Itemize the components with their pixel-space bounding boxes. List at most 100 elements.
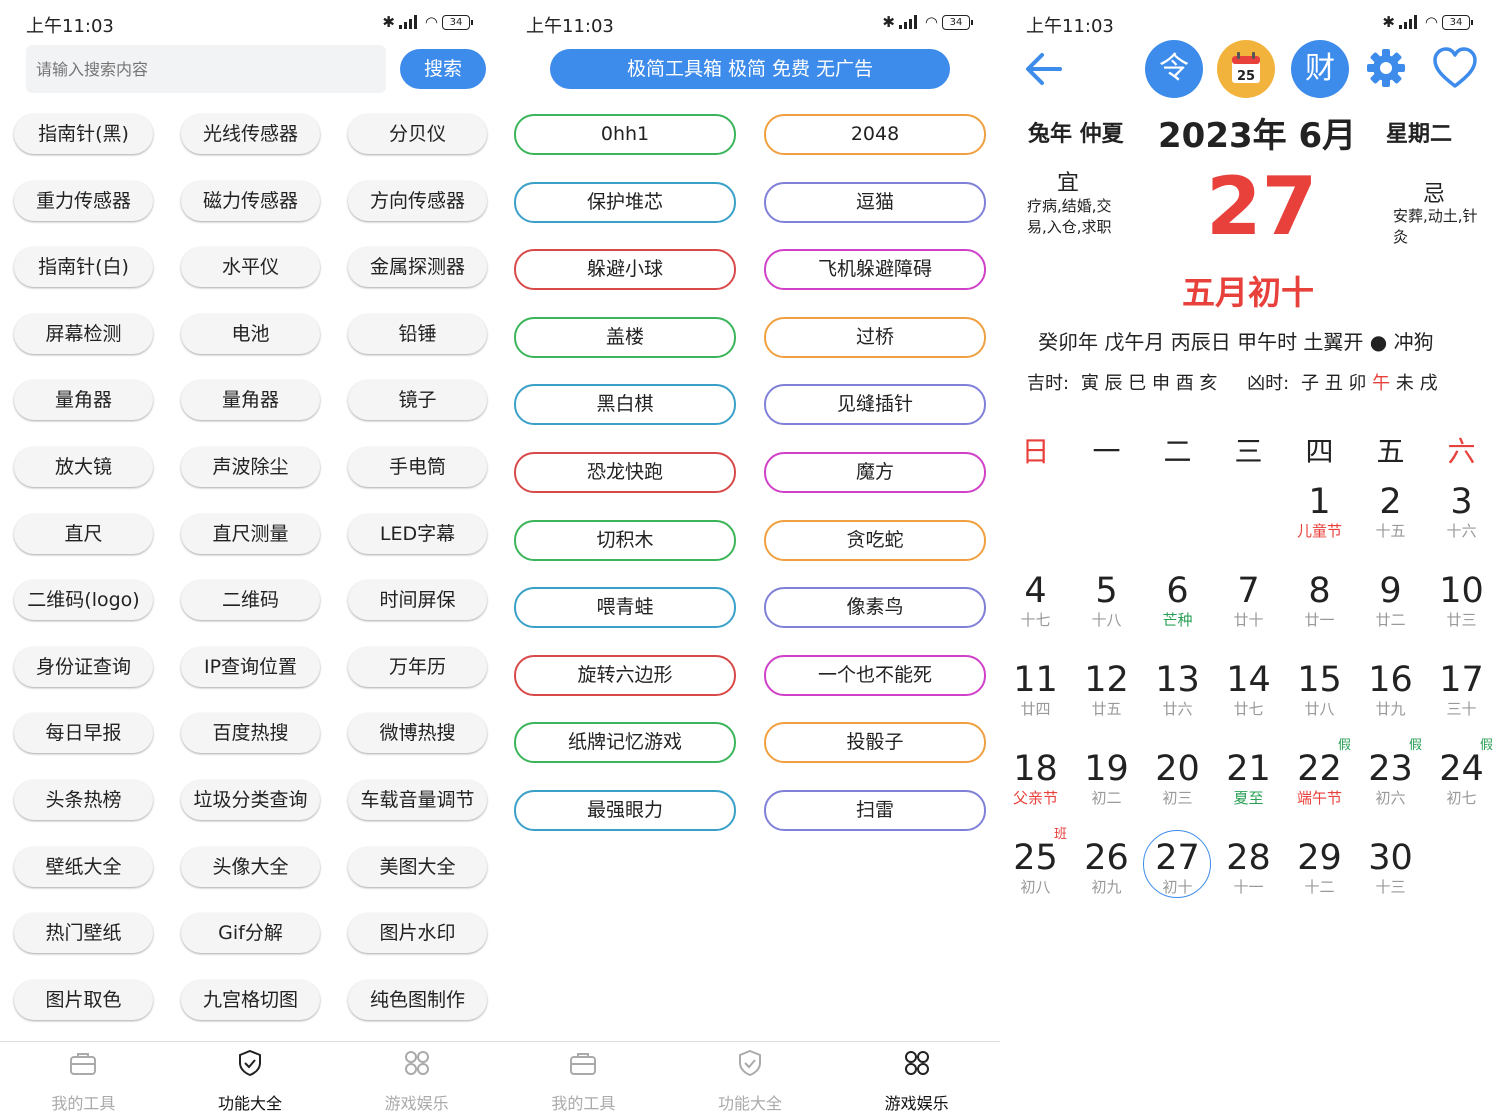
tool-button[interactable]: IP查询位置 bbox=[181, 646, 320, 687]
tool-button[interactable]: 万年历 bbox=[348, 646, 487, 687]
tool-button[interactable]: 放大镜 bbox=[14, 446, 153, 487]
game-button[interactable]: 保护堆芯 bbox=[514, 181, 736, 223]
tab-games[interactable]: 游戏娱乐 bbox=[833, 1042, 1000, 1111]
calendar-day[interactable]: 10 廿三 bbox=[1426, 571, 1497, 660]
tool-button[interactable]: 分贝仪 bbox=[348, 114, 487, 154]
game-button[interactable]: 逗猫 bbox=[764, 181, 986, 223]
game-button[interactable]: 投骰子 bbox=[764, 722, 986, 764]
tab-my-tools[interactable]: 我的工具 bbox=[500, 1042, 667, 1111]
calendar-day[interactable]: 14 廿七 bbox=[1213, 660, 1284, 749]
calendar-day[interactable]: 29 十二 bbox=[1284, 838, 1355, 927]
tool-button[interactable]: 热门壁纸 bbox=[14, 913, 153, 954]
tool-button[interactable]: 重力传感器 bbox=[14, 180, 153, 221]
tool-button[interactable]: 直尺 bbox=[14, 513, 153, 554]
game-button[interactable]: 像素鸟 bbox=[764, 587, 986, 629]
back-arrow-icon[interactable] bbox=[1024, 48, 1064, 90]
calendar-day[interactable]: 3 十六 bbox=[1426, 482, 1497, 571]
calendar-day[interactable]: 7 廿十 bbox=[1213, 571, 1284, 660]
tool-button[interactable]: 美图大全 bbox=[348, 846, 487, 887]
tool-button[interactable]: 手电筒 bbox=[348, 446, 487, 487]
game-button[interactable]: 躲避小球 bbox=[514, 249, 736, 291]
calendar-day[interactable]: 21 夏至 bbox=[1213, 749, 1284, 838]
game-button[interactable]: 魔方 bbox=[764, 451, 986, 493]
game-button[interactable]: 过桥 bbox=[764, 316, 986, 358]
calendar-day[interactable]: 30 十三 bbox=[1355, 838, 1426, 927]
game-button[interactable]: 见缝插针 bbox=[764, 384, 986, 426]
tool-button[interactable]: 二维码(logo) bbox=[14, 580, 153, 621]
tool-button[interactable]: Gif分解 bbox=[181, 913, 320, 954]
tool-button[interactable]: 方向传感器 bbox=[348, 180, 487, 221]
tool-button[interactable]: 身份证查询 bbox=[14, 646, 153, 687]
calendar-day[interactable]: 4 十七 bbox=[1000, 571, 1071, 660]
tool-button[interactable]: 磁力传感器 bbox=[181, 180, 320, 221]
gear-icon[interactable] bbox=[1364, 46, 1408, 90]
tool-button[interactable]: 镜子 bbox=[348, 380, 487, 421]
game-button[interactable]: 2048 bbox=[764, 114, 986, 155]
tool-button[interactable]: 金属探测器 bbox=[348, 247, 487, 288]
tool-button[interactable]: 时间屏保 bbox=[348, 580, 487, 621]
calendar-day[interactable]: 26 初九 bbox=[1071, 838, 1142, 927]
tab-all-functions[interactable]: 功能大全 bbox=[167, 1042, 334, 1111]
tool-button[interactable]: 量角器 bbox=[14, 380, 153, 421]
tool-button[interactable]: 声波除尘 bbox=[181, 446, 320, 487]
game-button[interactable]: 贪吃蛇 bbox=[764, 519, 986, 561]
tool-button[interactable]: 车载音量调节 bbox=[348, 779, 487, 820]
tool-button[interactable]: 头条热榜 bbox=[14, 779, 153, 820]
tool-button[interactable]: 水平仪 bbox=[181, 247, 320, 288]
year-month[interactable]: 2023年 6月 bbox=[1158, 108, 1356, 157]
calendar-day[interactable]: 2 十五 bbox=[1355, 482, 1426, 571]
calendar-day[interactable]: 6 芒种 bbox=[1142, 571, 1213, 660]
tool-button[interactable]: 九宫格切图 bbox=[181, 979, 320, 1020]
game-button[interactable]: 扫雷 bbox=[764, 789, 986, 831]
calendar-day[interactable]: 11 廿四 bbox=[1000, 660, 1071, 749]
search-button[interactable]: 搜索 bbox=[400, 49, 486, 89]
heart-icon[interactable] bbox=[1432, 46, 1478, 90]
calendar-day[interactable]: 5 十八 bbox=[1071, 571, 1142, 660]
game-button[interactable]: 恐龙快跑 bbox=[514, 451, 736, 493]
cai-button[interactable]: 财 bbox=[1291, 40, 1349, 98]
calendar-day[interactable]: 1 儿童节 bbox=[1284, 482, 1355, 571]
game-button[interactable]: 喂青蛙 bbox=[514, 587, 736, 629]
search-input[interactable] bbox=[26, 45, 386, 93]
calendar-day[interactable]: 25 初八 班 bbox=[1000, 827, 1071, 927]
tab-games[interactable]: 游戏娱乐 bbox=[333, 1042, 500, 1111]
tool-button[interactable]: 百度热搜 bbox=[181, 713, 320, 754]
calendar-day[interactable]: 13 廿六 bbox=[1142, 660, 1213, 749]
calendar-day[interactable]: 20 初三 bbox=[1142, 749, 1213, 838]
calendar-day[interactable]: 22 端午节 假 bbox=[1284, 738, 1355, 838]
calendar-day[interactable]: 19 初二 bbox=[1071, 749, 1142, 838]
tool-button[interactable]: 电池 bbox=[181, 313, 320, 354]
tool-button[interactable]: 指南针(黑) bbox=[14, 114, 153, 154]
calendar-day[interactable]: 23 初六 假 bbox=[1355, 738, 1426, 838]
game-button[interactable]: 盖楼 bbox=[514, 316, 736, 358]
tab-all-functions[interactable]: 功能大全 bbox=[667, 1042, 834, 1111]
calendar-day[interactable]: 12 廿五 bbox=[1071, 660, 1142, 749]
tool-button[interactable]: 微博热搜 bbox=[348, 713, 487, 754]
calendar-day[interactable]: 8 廿一 bbox=[1284, 571, 1355, 660]
tool-button[interactable]: 纯色图制作 bbox=[348, 979, 487, 1020]
tool-button[interactable]: 量角器 bbox=[181, 380, 320, 421]
calendar-day[interactable]: 28 十一 bbox=[1213, 838, 1284, 927]
ling-button[interactable]: 令 bbox=[1145, 40, 1203, 98]
tool-button[interactable]: 铅锤 bbox=[348, 313, 487, 354]
game-button[interactable]: 飞机躲避障碍 bbox=[764, 249, 986, 291]
tool-button[interactable]: LED字幕 bbox=[348, 513, 487, 554]
tool-button[interactable]: 壁纸大全 bbox=[14, 846, 153, 887]
game-button[interactable]: 最强眼力 bbox=[514, 789, 736, 831]
tool-button[interactable]: 光线传感器 bbox=[181, 114, 320, 154]
calendar-button[interactable]: 25 bbox=[1217, 40, 1275, 98]
game-button[interactable]: 一个也不能死 bbox=[764, 654, 986, 696]
game-button[interactable]: 黑白棋 bbox=[514, 384, 736, 426]
tool-button[interactable]: 每日早报 bbox=[14, 713, 153, 754]
tool-button[interactable]: 图片水印 bbox=[348, 913, 487, 954]
tool-button[interactable]: 屏幕检测 bbox=[14, 313, 153, 354]
game-button[interactable]: 旋转六边形 bbox=[514, 654, 736, 696]
calendar-day[interactable]: 9 廿二 bbox=[1355, 571, 1426, 660]
tool-button[interactable]: 垃圾分类查询 bbox=[181, 779, 320, 820]
tool-button[interactable]: 图片取色 bbox=[14, 979, 153, 1020]
calendar-day-today[interactable]: 27 初十 bbox=[1142, 830, 1213, 927]
calendar-day[interactable]: 24 初七 假 bbox=[1426, 738, 1497, 838]
tool-button[interactable]: 直尺测量 bbox=[181, 513, 320, 554]
tool-button[interactable]: 头像大全 bbox=[181, 846, 320, 887]
game-button[interactable]: 纸牌记忆游戏 bbox=[514, 722, 736, 764]
